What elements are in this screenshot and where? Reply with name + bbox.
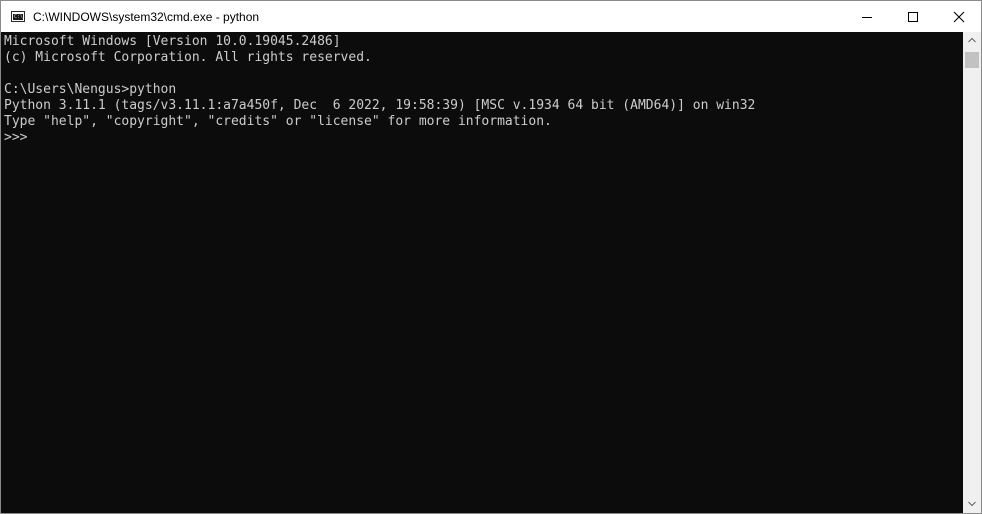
scrollbar-thumb[interactable] <box>965 52 979 68</box>
minimize-button[interactable] <box>844 1 890 32</box>
console-line: Python 3.11.1 (tags/v3.11.1:a7a450f, Dec… <box>4 98 756 113</box>
maximize-icon <box>908 12 918 22</box>
console-output[interactable]: Microsoft Windows [Version 10.0.19045.24… <box>1 32 963 513</box>
chevron-up-icon <box>968 37 976 43</box>
scroll-up-button[interactable] <box>963 32 981 49</box>
console-line: C:\Users\Nengus>python <box>4 82 177 97</box>
scroll-down-button[interactable] <box>963 496 981 513</box>
console-line: Type "help", "copyright", "credits" or "… <box>4 114 552 129</box>
console-window: C:\ C:\WINDOWS\system32\cmd.exe - python… <box>0 0 982 514</box>
cmd-icon[interactable]: C:\ <box>11 11 25 22</box>
close-button[interactable] <box>936 1 981 32</box>
title-bar[interactable]: C:\ C:\WINDOWS\system32\cmd.exe - python <box>1 1 981 32</box>
console-line: Microsoft Windows [Version 10.0.19045.24… <box>4 34 341 49</box>
vertical-scrollbar[interactable] <box>963 32 981 513</box>
cmd-icon-glyph: C:\ <box>14 14 24 20</box>
window-title: C:\WINDOWS\system32\cmd.exe - python <box>33 10 260 24</box>
minimize-icon <box>862 17 872 18</box>
python-prompt: >>> <box>4 130 36 145</box>
maximize-button[interactable] <box>890 1 936 32</box>
chevron-down-icon <box>968 501 976 507</box>
console-line: (c) Microsoft Corporation. All rights re… <box>4 50 372 65</box>
python-prompt-line[interactable]: >>> <box>4 130 963 146</box>
close-icon <box>953 11 965 23</box>
